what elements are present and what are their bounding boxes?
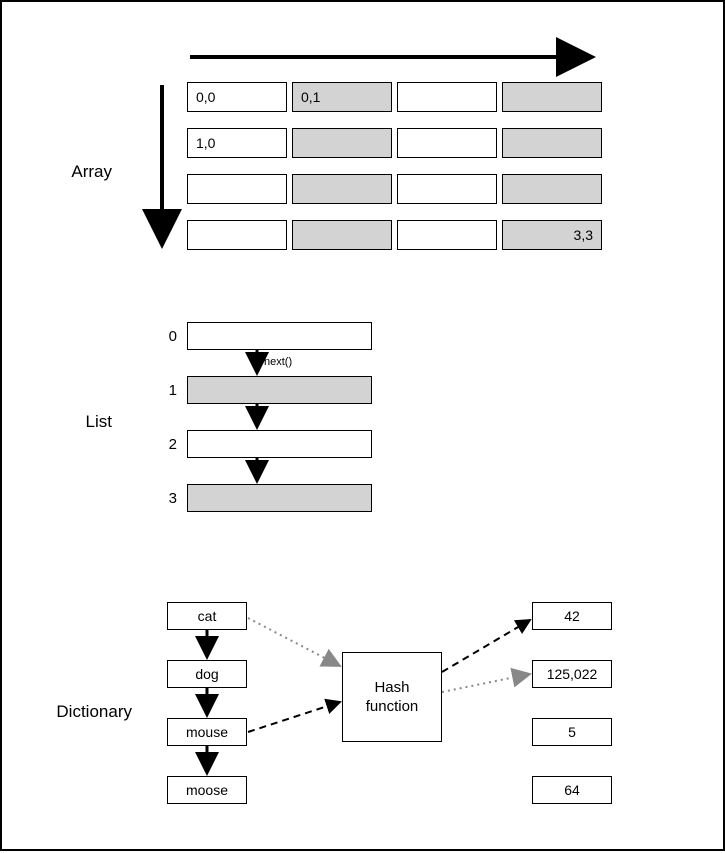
list-cell-1 (187, 376, 372, 404)
list-cell-2 (187, 430, 372, 458)
dict-key-2: mouse (167, 718, 247, 746)
array-cell-2-3 (502, 174, 602, 204)
dict-value-1: 125,022 (532, 660, 612, 688)
array-cell-2-2 (397, 174, 497, 204)
dictionary-label: Dictionary (42, 702, 132, 722)
array-cell-2-1 (292, 174, 392, 204)
dict-key-0: cat (167, 602, 247, 630)
array-cell-0-1: 0,1 (292, 82, 392, 112)
array-label: Array (52, 162, 112, 182)
list-index-2: 2 (157, 436, 177, 453)
dict-key-1: dog (167, 660, 247, 688)
list-label: List (62, 412, 112, 432)
list-index-1: 1 (157, 382, 177, 399)
array-cell-3-3: 3,3 (502, 220, 602, 250)
array-cell-1-3 (502, 128, 602, 158)
diagram-frame: Array 0,0 0,1 1,0 3,3 List 0 1 2 3 next(… (0, 0, 725, 851)
array-cell-0-3 (502, 82, 602, 112)
array-cell-1-1 (292, 128, 392, 158)
dict-value-2: 5 (532, 718, 612, 746)
list-cell-0 (187, 322, 372, 350)
array-cell-0-2 (397, 82, 497, 112)
array-cell-3-0 (187, 220, 287, 250)
array-cell-2-0 (187, 174, 287, 204)
list-index-3: 3 (157, 490, 177, 507)
dict-key-3: moose (167, 776, 247, 804)
dict-value-0: 42 (532, 602, 612, 630)
array-cell-1-0: 1,0 (187, 128, 287, 158)
hash-function-box: Hash function (342, 652, 442, 742)
list-cell-3 (187, 484, 372, 512)
list-index-0: 0 (157, 328, 177, 345)
array-cell-0-0: 0,0 (187, 82, 287, 112)
array-cell-3-2 (397, 220, 497, 250)
array-cell-1-2 (397, 128, 497, 158)
dict-value-3: 64 (532, 776, 612, 804)
next-label: next() (264, 356, 292, 368)
array-cell-3-1 (292, 220, 392, 250)
